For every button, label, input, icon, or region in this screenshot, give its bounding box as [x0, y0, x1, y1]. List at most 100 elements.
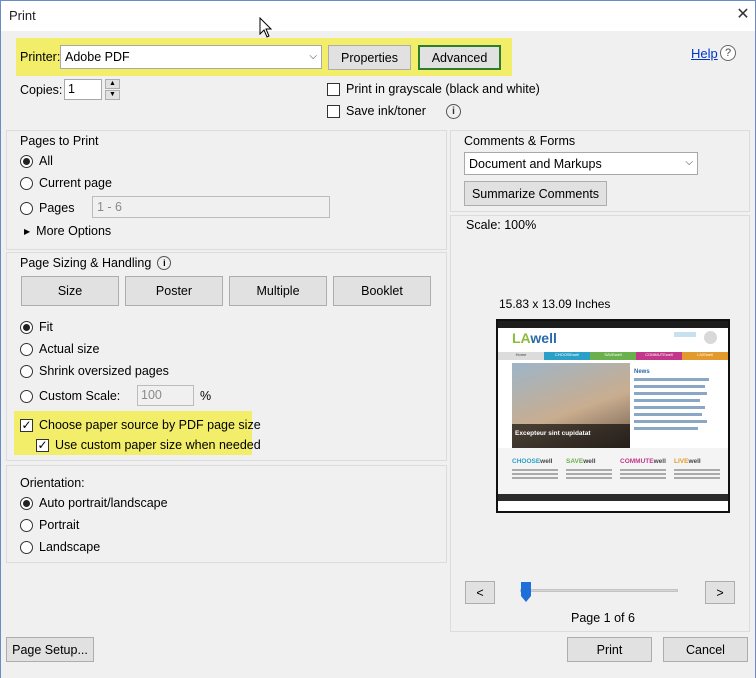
page-slider-track[interactable]	[520, 589, 678, 592]
save-ink-option[interactable]: Save ink/toner	[327, 104, 426, 118]
preview-header: LAwell	[498, 328, 728, 352]
poster-button[interactable]: Poster	[125, 276, 223, 306]
custom-scale-input[interactable]: 100	[137, 385, 194, 406]
radio-button[interactable]	[20, 389, 33, 403]
radio-button[interactable]	[20, 540, 33, 554]
preview-news: News	[634, 360, 728, 448]
preview-hero-caption-box: Excepteur sint cupidatat	[512, 424, 630, 448]
title-bar: Print ✕	[0, 0, 756, 31]
properties-button[interactable]: Properties	[328, 45, 411, 70]
orientation-title: Orientation:	[20, 476, 85, 490]
radio-button[interactable]	[20, 518, 33, 532]
copies-label: Copies:	[20, 83, 63, 97]
radio-actual-size[interactable]: Actual size	[20, 342, 99, 356]
preview-news-title: News	[634, 369, 650, 375]
custom-paper-checkbox[interactable]: ✓	[36, 438, 49, 452]
radio-button[interactable]	[20, 154, 33, 168]
page-preview: LAwell Home CHOOSEwell SAVEwell COMMUTEw…	[496, 319, 730, 513]
radio-landscape[interactable]: Landscape	[20, 540, 100, 554]
scale-text: Scale: 100%	[466, 218, 537, 232]
page-setup-button[interactable]: Page Setup...	[6, 637, 94, 662]
radio-shrink[interactable]: Shrink oversized pages	[20, 364, 169, 378]
cancel-button[interactable]: Cancel	[663, 637, 748, 662]
radio-auto-orientation[interactable]: Auto portrait/landscape	[20, 496, 168, 510]
next-page-button[interactable]: >	[705, 581, 735, 604]
comments-select[interactable]: Document and Markups ⌵	[464, 152, 698, 175]
radio-fit[interactable]: Fit	[20, 320, 53, 334]
radio-current-page[interactable]: Current page	[20, 176, 112, 190]
radio-pages-label: Pages	[39, 201, 75, 215]
pages-to-print-title: Pages to Print	[20, 134, 99, 148]
grayscale-option[interactable]: Print in grayscale (black and white)	[327, 82, 540, 96]
dimensions-text: 15.83 x 13.09 Inches	[499, 297, 611, 311]
copies-spinner[interactable]: ▲ ▼	[105, 79, 120, 100]
radio-button[interactable]	[20, 320, 33, 334]
window-border-left	[0, 31, 1, 678]
radio-button[interactable]	[20, 176, 33, 190]
print-button[interactable]: Print	[567, 637, 652, 662]
radio-landscape-label: Landscape	[39, 540, 101, 554]
preview-topbar	[498, 321, 728, 328]
close-icon[interactable]: ✕	[734, 4, 752, 26]
preview-body: Excepteur sint cupidatat News	[498, 360, 728, 448]
radio-custom-scale[interactable]: Custom Scale:	[20, 389, 120, 403]
spin-up-icon[interactable]: ▲	[105, 79, 120, 89]
multiple-button[interactable]: Multiple	[229, 276, 327, 306]
mouse-cursor-icon	[259, 17, 273, 38]
radio-current-page-label: Current page	[39, 176, 112, 190]
radio-button[interactable]	[20, 342, 33, 356]
page-sizing-title: Page Sizing & Handling	[20, 256, 152, 270]
comments-select-value: Document and Markups	[469, 156, 602, 171]
preview-footer-col: CHOOSEwell	[512, 452, 558, 494]
window-title: Print	[9, 8, 36, 23]
preview-logo: LAwell	[512, 330, 557, 346]
help-link[interactable]: Help	[691, 46, 718, 61]
more-options-toggle[interactable]: ▶ More Options	[24, 224, 111, 238]
page-indicator: Page 1 of 6	[571, 611, 635, 625]
copies-input[interactable]: 1	[64, 79, 102, 100]
preview-footer-col: COMMUTEwell	[620, 452, 666, 494]
radio-auto-label: Auto portrait/landscape	[39, 496, 168, 510]
grayscale-checkbox[interactable]	[327, 82, 340, 96]
paper-source-option[interactable]: ✓ Choose paper source by PDF page size	[20, 418, 261, 432]
summarize-comments-button[interactable]: Summarize Comments	[464, 181, 607, 206]
radio-button[interactable]	[20, 496, 33, 510]
preview-footer-col: SAVEwell	[566, 452, 612, 494]
radio-shrink-label: Shrink oversized pages	[39, 364, 169, 378]
paper-source-label: Choose paper source by PDF page size	[39, 418, 261, 432]
preview-hero-image: Excepteur sint cupidatat	[512, 363, 630, 448]
save-ink-label: Save ink/toner	[346, 104, 426, 118]
prev-page-button[interactable]: <	[465, 581, 495, 604]
radio-portrait[interactable]: Portrait	[20, 518, 79, 532]
preview-nav: Home CHOOSEwell SAVEwell COMMUTEwell LIV…	[498, 352, 728, 360]
paper-source-checkbox[interactable]: ✓	[20, 418, 33, 432]
page-sizing-header: Page Sizing & Handling i	[20, 256, 172, 270]
printer-label: Printer:	[20, 50, 61, 64]
radio-portrait-label: Portrait	[39, 518, 80, 532]
radio-actual-size-label: Actual size	[39, 342, 100, 356]
preview-footer-col: LIVEwell	[674, 452, 720, 494]
save-ink-checkbox[interactable]	[327, 104, 340, 118]
info-icon[interactable]: i	[157, 256, 172, 270]
preview-footer: CHOOSEwell SAVEwell COMMUTEwell LIVEwell	[498, 448, 728, 494]
preview-bottom-bar	[498, 494, 728, 501]
preview-hero-caption: Excepteur sint cupidatat	[515, 430, 591, 437]
more-options-label: More Options	[36, 224, 112, 238]
help-icon[interactable]: ?	[720, 45, 736, 61]
custom-paper-option[interactable]: ✓ Use custom paper size when needed	[36, 438, 261, 452]
spin-down-icon[interactable]: ▼	[105, 90, 120, 100]
radio-pages[interactable]: Pages	[20, 201, 74, 215]
triangle-right-icon: ▶	[24, 226, 31, 236]
radio-custom-scale-label: Custom Scale:	[39, 389, 121, 403]
radio-button[interactable]	[20, 201, 33, 215]
pages-range-input[interactable]: 1 - 6	[92, 196, 330, 218]
radio-all[interactable]: All	[20, 154, 53, 168]
comments-forms-title: Comments & Forms	[464, 134, 576, 148]
advanced-button[interactable]: Advanced	[418, 45, 501, 70]
radio-all-label: All	[39, 154, 53, 168]
booklet-button[interactable]: Booklet	[333, 276, 431, 306]
size-button[interactable]: Size	[21, 276, 119, 306]
radio-button[interactable]	[20, 364, 33, 378]
printer-select[interactable]: Adobe PDF ⌵	[60, 45, 322, 69]
info-icon[interactable]: i	[446, 104, 461, 119]
